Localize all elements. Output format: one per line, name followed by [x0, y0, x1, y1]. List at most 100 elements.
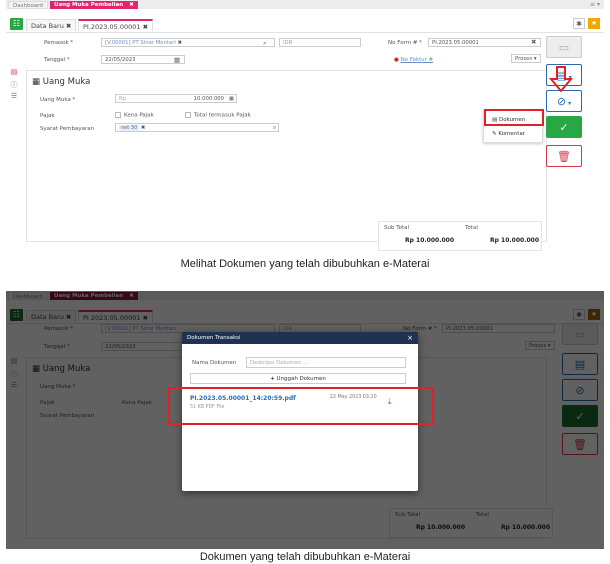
total-value: Rp 10.000.000 [501, 524, 550, 531]
tanggal-value: 22/05/2023 [105, 344, 136, 350]
checkbox[interactable] [185, 112, 191, 118]
highlight-box [484, 109, 544, 126]
side-icon-bar: ▤ ⓘ ☰ [8, 357, 20, 393]
document-icon: ▤ [574, 358, 586, 371]
tanggal-input[interactable]: 22/05/2023 [101, 342, 185, 351]
proses-button[interactable]: Proses ▾ [511, 54, 541, 63]
document-button[interactable]: ▤ [562, 353, 598, 375]
calculator-icon[interactable]: ▦ [229, 95, 234, 103]
tab-dashboard[interactable]: Dashboard [8, 1, 48, 9]
approve-icon: ✓ [559, 121, 569, 134]
attachment-button[interactable]: ⊘ [562, 379, 598, 401]
unggah-dokumen-button[interactable]: + Unggah Dokumen [190, 373, 406, 384]
tab-label: PI.2023.05.00001 [83, 23, 141, 31]
subtotal-col: Sub Total Rp 10.000.000 [384, 225, 454, 244]
caption-top: Melihat Dokumen yang telah dibubuhkan e-… [180, 258, 430, 270]
grid-icon: ▦ [32, 364, 41, 374]
close-icon[interactable]: ✖ [531, 38, 536, 46]
info-icon[interactable]: ⓘ [8, 369, 20, 381]
close-icon[interactable]: ✖ [66, 313, 71, 321]
approve-button[interactable]: ✓ [546, 116, 582, 138]
total-label: Total [476, 512, 489, 518]
gear-icon[interactable]: ✱ [573, 18, 585, 29]
proses-label: Proses [515, 56, 533, 62]
panel-title-text: Uang Muka [42, 364, 91, 374]
search-icon[interactable]: ⌕ [273, 124, 276, 132]
document-toolbar: ☷ Data Baru ✖ PI.2023.05.00001 ✖ ✱ ★ [6, 304, 604, 324]
currency-field[interactable]: IDR [279, 38, 361, 47]
tab-uang-muka-pembelian[interactable]: Uang Muka Pembelian ✖ [50, 1, 138, 9]
document-icon[interactable]: ▤ [8, 357, 20, 369]
close-icon[interactable]: ✖ [178, 40, 182, 46]
close-icon[interactable]: ✖ [141, 125, 145, 131]
attachment-button[interactable]: ⊘ ▾ [546, 90, 582, 112]
tab-label: Data Baru [31, 313, 64, 321]
close-icon[interactable]: ✖ [143, 314, 148, 322]
tanggal-input[interactable]: 22/05/2023 [101, 55, 185, 64]
nama-dokumen-placeholder: Deskripsi Dokumen ... [250, 360, 309, 366]
menu-item-label: Komentar [498, 131, 526, 137]
nama-dokumen-input[interactable]: Deskripsi Dokumen ... [246, 357, 406, 368]
approve-button[interactable]: ✓ [562, 405, 598, 427]
tab-document-current[interactable]: PI.2023.05.00001 ✖ [78, 19, 154, 31]
kena-pajak-checkbox[interactable]: Kena Pajak [115, 112, 154, 119]
tab-data-baru[interactable]: Data Baru ✖ [26, 310, 77, 322]
noform-input[interactable]: PI.2023.05.00001 [428, 38, 541, 47]
chevron-down-icon[interactable]: ≡ ▾ [590, 1, 600, 8]
close-icon[interactable]: ✖ [129, 2, 134, 8]
search-icon[interactable]: ⌕ [263, 39, 267, 48]
list-icon[interactable]: ☰ [8, 92, 20, 104]
tab-dashboard[interactable]: Dashboard [8, 292, 48, 300]
noform-value: PI.2023.05.00001 [432, 40, 479, 46]
save-button[interactable]: ▭ [562, 323, 598, 345]
pemasok-select[interactable]: [V.00001] PT Sinar Mentari ✖ [101, 38, 275, 47]
gear-icon[interactable]: ✱ [573, 309, 585, 320]
paperclip-icon: ⊘ [556, 95, 567, 108]
uang-muka-input[interactable]: Rp 10.000.000 ▦ [115, 94, 237, 103]
highlight-box [168, 387, 434, 425]
syarat-label: Syarat Pembayaran [40, 126, 95, 132]
close-icon[interactable]: ✖ [143, 23, 148, 31]
grid-icon: ▦ [32, 77, 41, 87]
star-icon[interactable]: ★ [588, 309, 600, 320]
subtotal-label: Sub Total [395, 512, 421, 518]
calendar-icon[interactable]: ▦ [174, 56, 180, 64]
screenshot-top: Dashboard Uang Muka Pembelian ✖ ≡ ▾ ☷ Dat… [6, 0, 604, 252]
checkbox[interactable] [115, 112, 121, 118]
modal-title: Dokumen Transaksi [187, 335, 241, 341]
noform-input[interactable]: PI.2023.05.00001 [442, 324, 555, 333]
chevron-down-icon: ▾ [568, 100, 572, 107]
list-icon[interactable]: ☰ [8, 381, 20, 393]
info-icon[interactable]: ⓘ [8, 80, 20, 92]
grid-icon[interactable]: ☷ [10, 309, 23, 321]
proses-button[interactable]: Proses ▾ [525, 341, 555, 350]
currency-prefix: Rp [119, 96, 127, 102]
noform-value: PI.2023.05.00001 [446, 326, 493, 332]
red-arrow-icon [549, 66, 573, 92]
star-icon[interactable]: ★ [588, 18, 600, 29]
close-icon[interactable]: ✖ [66, 22, 71, 30]
subtotal-value: Rp 10.000.000 [405, 237, 454, 244]
delete-button[interactable]: 🗑 [562, 433, 598, 455]
total-col: Total Rp 10.000.000 [465, 225, 539, 244]
total-termasuk-pajak-checkbox[interactable]: Total termasuk Pajak [185, 112, 251, 119]
close-icon[interactable]: × [407, 332, 413, 344]
noform-label: No Form # * [388, 40, 422, 46]
tab-data-baru[interactable]: Data Baru ✖ [26, 19, 77, 31]
grid-icon[interactable]: ☷ [10, 18, 23, 30]
pemasok-value: [V.00001] PT Sinar Mentari [105, 326, 176, 332]
tab-document-current[interactable]: PI.2023.05.00001 ✖ [78, 310, 154, 322]
tab-uang-muka-pembelian[interactable]: Uang Muka Pembelian ✖ [50, 292, 138, 300]
syarat-select[interactable]: net 30 ✖ ⌕ [115, 123, 279, 132]
close-icon[interactable]: ✖ [129, 293, 134, 299]
plus-icon: + [270, 376, 275, 382]
no-faktur-link[interactable]: ● No Faktur # [394, 57, 433, 63]
pemasok-label: Pemasok * [44, 40, 74, 46]
document-icon[interactable]: ▤ [8, 68, 20, 80]
menu-item-komentar[interactable]: ✎ Komentar [492, 131, 525, 137]
app-tabbar: Dashboard Uang Muka Pembelian ✖ [6, 291, 604, 300]
total-col: Total Rp 10.000.000 [476, 512, 550, 531]
save-button[interactable]: ▭ [546, 36, 582, 58]
tab-label: Uang Muka Pembelian [54, 2, 124, 8]
delete-button[interactable]: 🗑 [546, 145, 582, 167]
